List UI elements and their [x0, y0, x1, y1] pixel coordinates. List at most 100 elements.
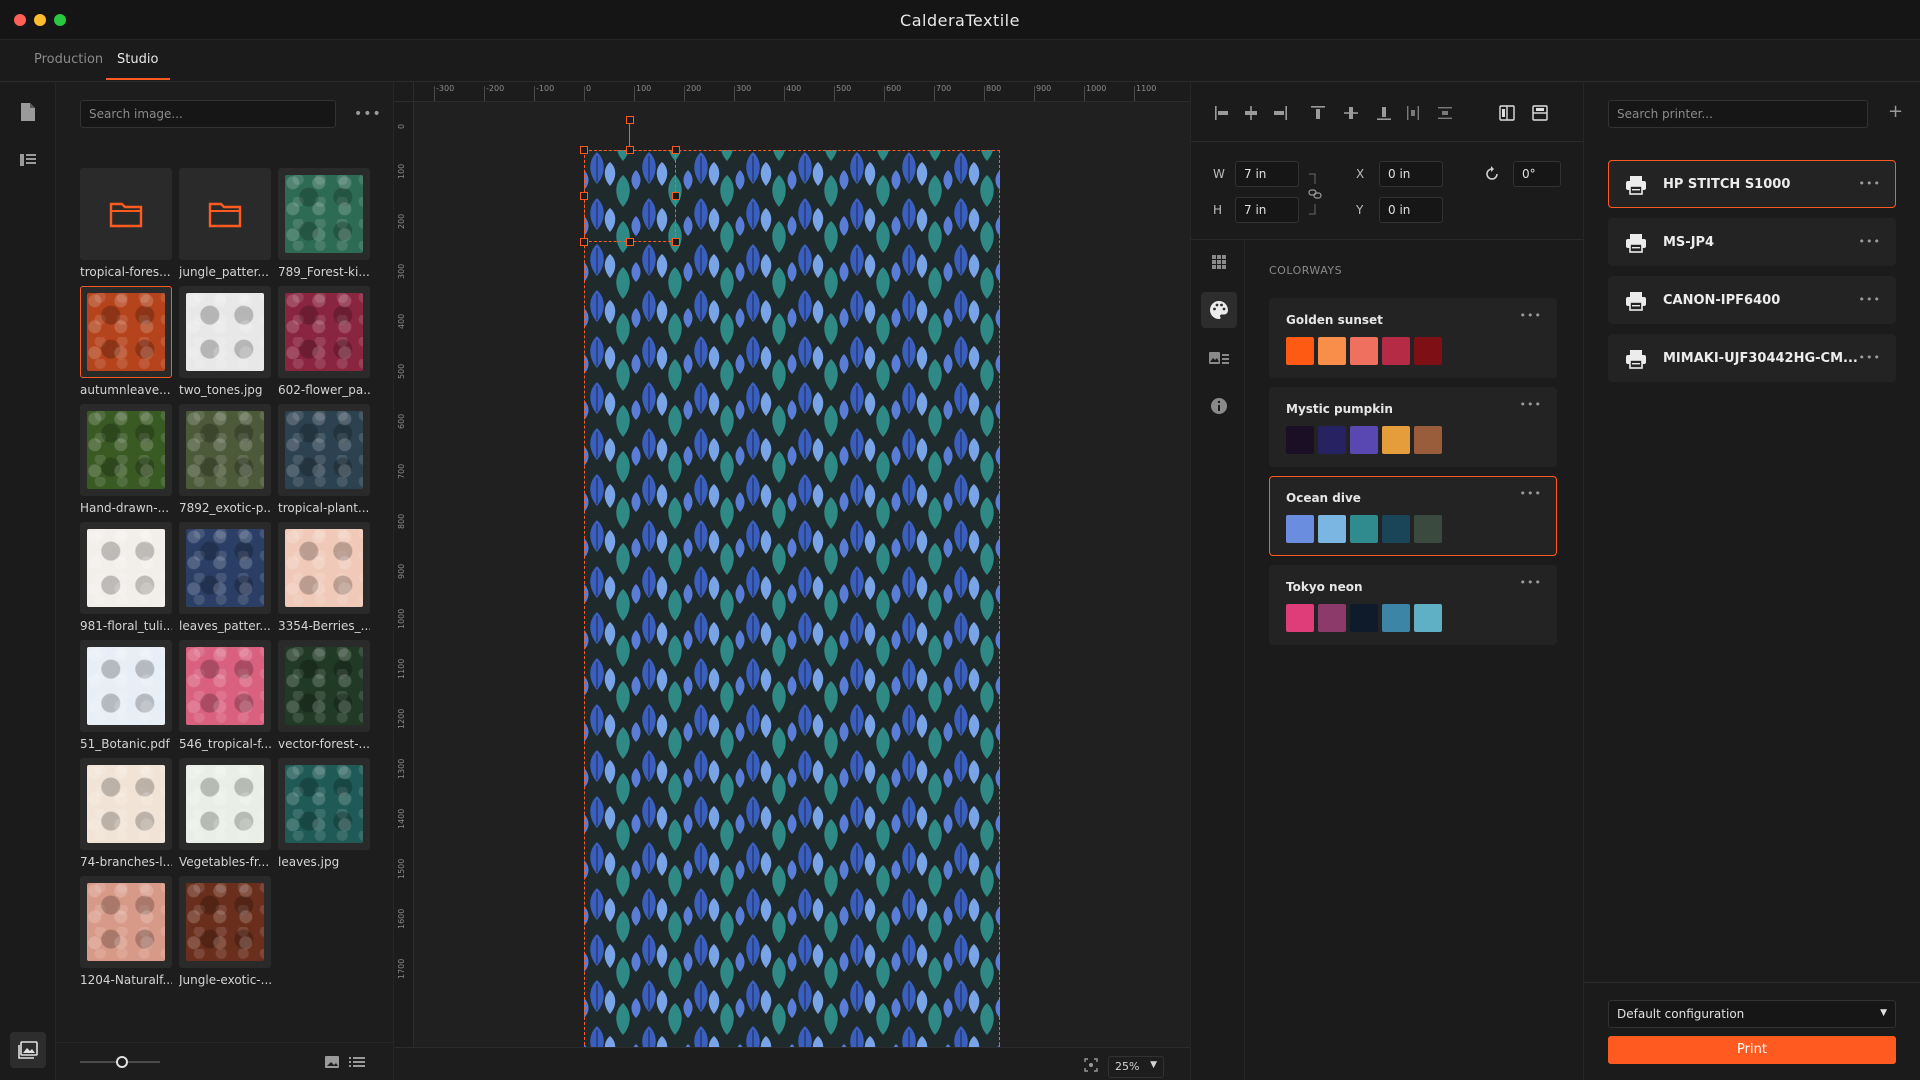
image-thumbnail[interactable]: [80, 286, 172, 378]
color-swatch[interactable]: [1414, 337, 1442, 365]
color-swatch[interactable]: [1382, 515, 1410, 543]
align-left-icon[interactable]: [1213, 104, 1231, 122]
image-tile[interactable]: 546_tropical-f...: [179, 640, 271, 751]
resize-handle-s[interactable]: [626, 238, 634, 246]
zoom-select[interactable]: 25% ▼: [1108, 1056, 1164, 1078]
colorway-card[interactable]: Mystic pumpkin •••: [1269, 387, 1557, 467]
image-thumbnail[interactable]: [179, 876, 271, 968]
image-thumbnail[interactable]: [179, 168, 271, 260]
printer-more-icon[interactable]: •••: [1859, 293, 1881, 306]
color-swatch[interactable]: [1414, 426, 1442, 454]
image-thumbnail[interactable]: [80, 168, 172, 260]
add-printer-icon[interactable]: +: [1888, 101, 1903, 122]
image-thumbnail[interactable]: [278, 168, 370, 260]
color-swatch[interactable]: [1286, 426, 1314, 454]
resize-handle-se[interactable]: [672, 238, 680, 246]
info-icon[interactable]: [1201, 388, 1237, 424]
distribute-horizontal-icon[interactable]: [1404, 104, 1422, 122]
color-swatch[interactable]: [1414, 515, 1442, 543]
height-input[interactable]: 7 in: [1235, 197, 1299, 223]
color-swatch[interactable]: [1350, 515, 1378, 543]
image-tile[interactable]: 3354-Berries_...: [278, 522, 370, 633]
color-swatch[interactable]: [1382, 604, 1410, 632]
printer-more-icon[interactable]: •••: [1859, 177, 1881, 190]
image-gallery-icon[interactable]: [10, 1032, 46, 1068]
fit-to-screen-icon[interactable]: [1084, 1058, 1098, 1075]
colorway-card[interactable]: Golden sunset •••: [1269, 298, 1557, 378]
width-input[interactable]: 7 in: [1235, 161, 1299, 187]
image-tile[interactable]: 1204-Naturalf...: [80, 876, 172, 987]
align-bottom-icon[interactable]: [1375, 104, 1393, 122]
y-input[interactable]: 0 in: [1379, 197, 1443, 223]
color-swatch[interactable]: [1318, 337, 1346, 365]
x-input[interactable]: 0 in: [1379, 161, 1443, 187]
image-thumbnail[interactable]: [80, 522, 172, 614]
list-view-icon[interactable]: [348, 1055, 366, 1072]
tab-production[interactable]: Production: [34, 52, 103, 78]
image-thumbnail[interactable]: [179, 404, 271, 496]
image-thumbnail[interactable]: [80, 876, 172, 968]
color-swatch[interactable]: [1286, 515, 1314, 543]
image-thumbnail[interactable]: [179, 286, 271, 378]
document-icon[interactable]: [16, 100, 40, 124]
image-tile[interactable]: tropical-plant...: [278, 404, 370, 515]
resize-handle-ne[interactable]: [672, 146, 680, 154]
image-tile[interactable]: 74-branches-l...: [80, 758, 172, 869]
resize-handle-nw[interactable]: [580, 146, 588, 154]
print-button[interactable]: Print: [1608, 1036, 1896, 1064]
color-swatch[interactable]: [1350, 426, 1378, 454]
image-thumbnail[interactable]: [278, 640, 370, 732]
color-swatch[interactable]: [1286, 337, 1314, 365]
distribute-vertical-icon[interactable]: [1436, 104, 1454, 122]
link-proportions-icon[interactable]: [1307, 172, 1323, 219]
canvas-area[interactable]: -300 -200 -100 0 100 200 300 400 500 600 700 800 900…: [394, 82, 1190, 1080]
grid-layout-icon[interactable]: [1201, 244, 1237, 280]
color-swatch[interactable]: [1318, 426, 1346, 454]
align-middle-v-icon[interactable]: [1342, 104, 1360, 122]
image-tile[interactable]: leaves_patter...: [179, 522, 271, 633]
image-tile[interactable]: jungle_patter...: [179, 168, 271, 279]
colorway-card[interactable]: Ocean dive •••: [1269, 476, 1557, 556]
image-thumbnail[interactable]: [278, 286, 370, 378]
color-swatch[interactable]: [1318, 604, 1346, 632]
image-thumbnail[interactable]: [80, 640, 172, 732]
colorway-more-icon[interactable]: •••: [1520, 398, 1542, 411]
color-swatch[interactable]: [1318, 515, 1346, 543]
printer-card[interactable]: HP STITCH S1000 •••: [1608, 160, 1896, 208]
resize-handle-sw[interactable]: [580, 238, 588, 246]
color-swatch[interactable]: [1350, 337, 1378, 365]
colorway-more-icon[interactable]: •••: [1520, 309, 1542, 322]
printer-card[interactable]: CANON-IPF6400 •••: [1608, 276, 1896, 324]
colorway-card[interactable]: Tokyo neon •••: [1269, 565, 1557, 645]
color-swatch[interactable]: [1414, 604, 1442, 632]
image-thumbnail[interactable]: [278, 758, 370, 850]
search-image-input[interactable]: Search image...: [80, 100, 336, 128]
resize-handle-n[interactable]: [626, 146, 634, 154]
printer-more-icon[interactable]: •••: [1859, 235, 1881, 248]
image-tile[interactable]: Vegetables-fr...: [179, 758, 271, 869]
image-details-icon[interactable]: [1201, 340, 1237, 376]
gallery-more-icon[interactable]: •••: [354, 106, 382, 122]
tab-studio[interactable]: Studio: [106, 52, 171, 80]
image-tile[interactable]: 981-floral_tuli...: [80, 522, 172, 633]
printer-card[interactable]: MS-JP4 •••: [1608, 218, 1896, 266]
rotate-handle[interactable]: [626, 116, 634, 124]
image-tile[interactable]: Hand-drawn-...: [80, 404, 172, 515]
align-top-icon[interactable]: [1309, 104, 1327, 122]
configuration-select[interactable]: Default configuration ▼: [1608, 1000, 1896, 1028]
image-thumbnail[interactable]: [278, 404, 370, 496]
image-tile[interactable]: two_tones.jpg: [179, 286, 271, 397]
image-thumbnail[interactable]: [179, 758, 271, 850]
image-thumbnail[interactable]: [179, 640, 271, 732]
image-tile[interactable]: 602-flower_pa...: [278, 286, 370, 397]
image-tile[interactable]: 789_Forest-ki...: [278, 168, 370, 279]
align-right-icon[interactable]: [1271, 104, 1289, 122]
colorway-more-icon[interactable]: •••: [1520, 576, 1542, 589]
image-tile[interactable]: autumnleave...: [80, 286, 172, 397]
grid-view-icon[interactable]: [324, 1055, 340, 1072]
image-tile[interactable]: 51_Botanic.pdf: [80, 640, 172, 751]
align-center-h-icon[interactable]: [1242, 104, 1260, 122]
image-tile[interactable]: Jungle-exotic-...: [179, 876, 271, 987]
rotation-input[interactable]: 0°: [1513, 161, 1561, 187]
palette-icon[interactable]: [1201, 292, 1237, 328]
